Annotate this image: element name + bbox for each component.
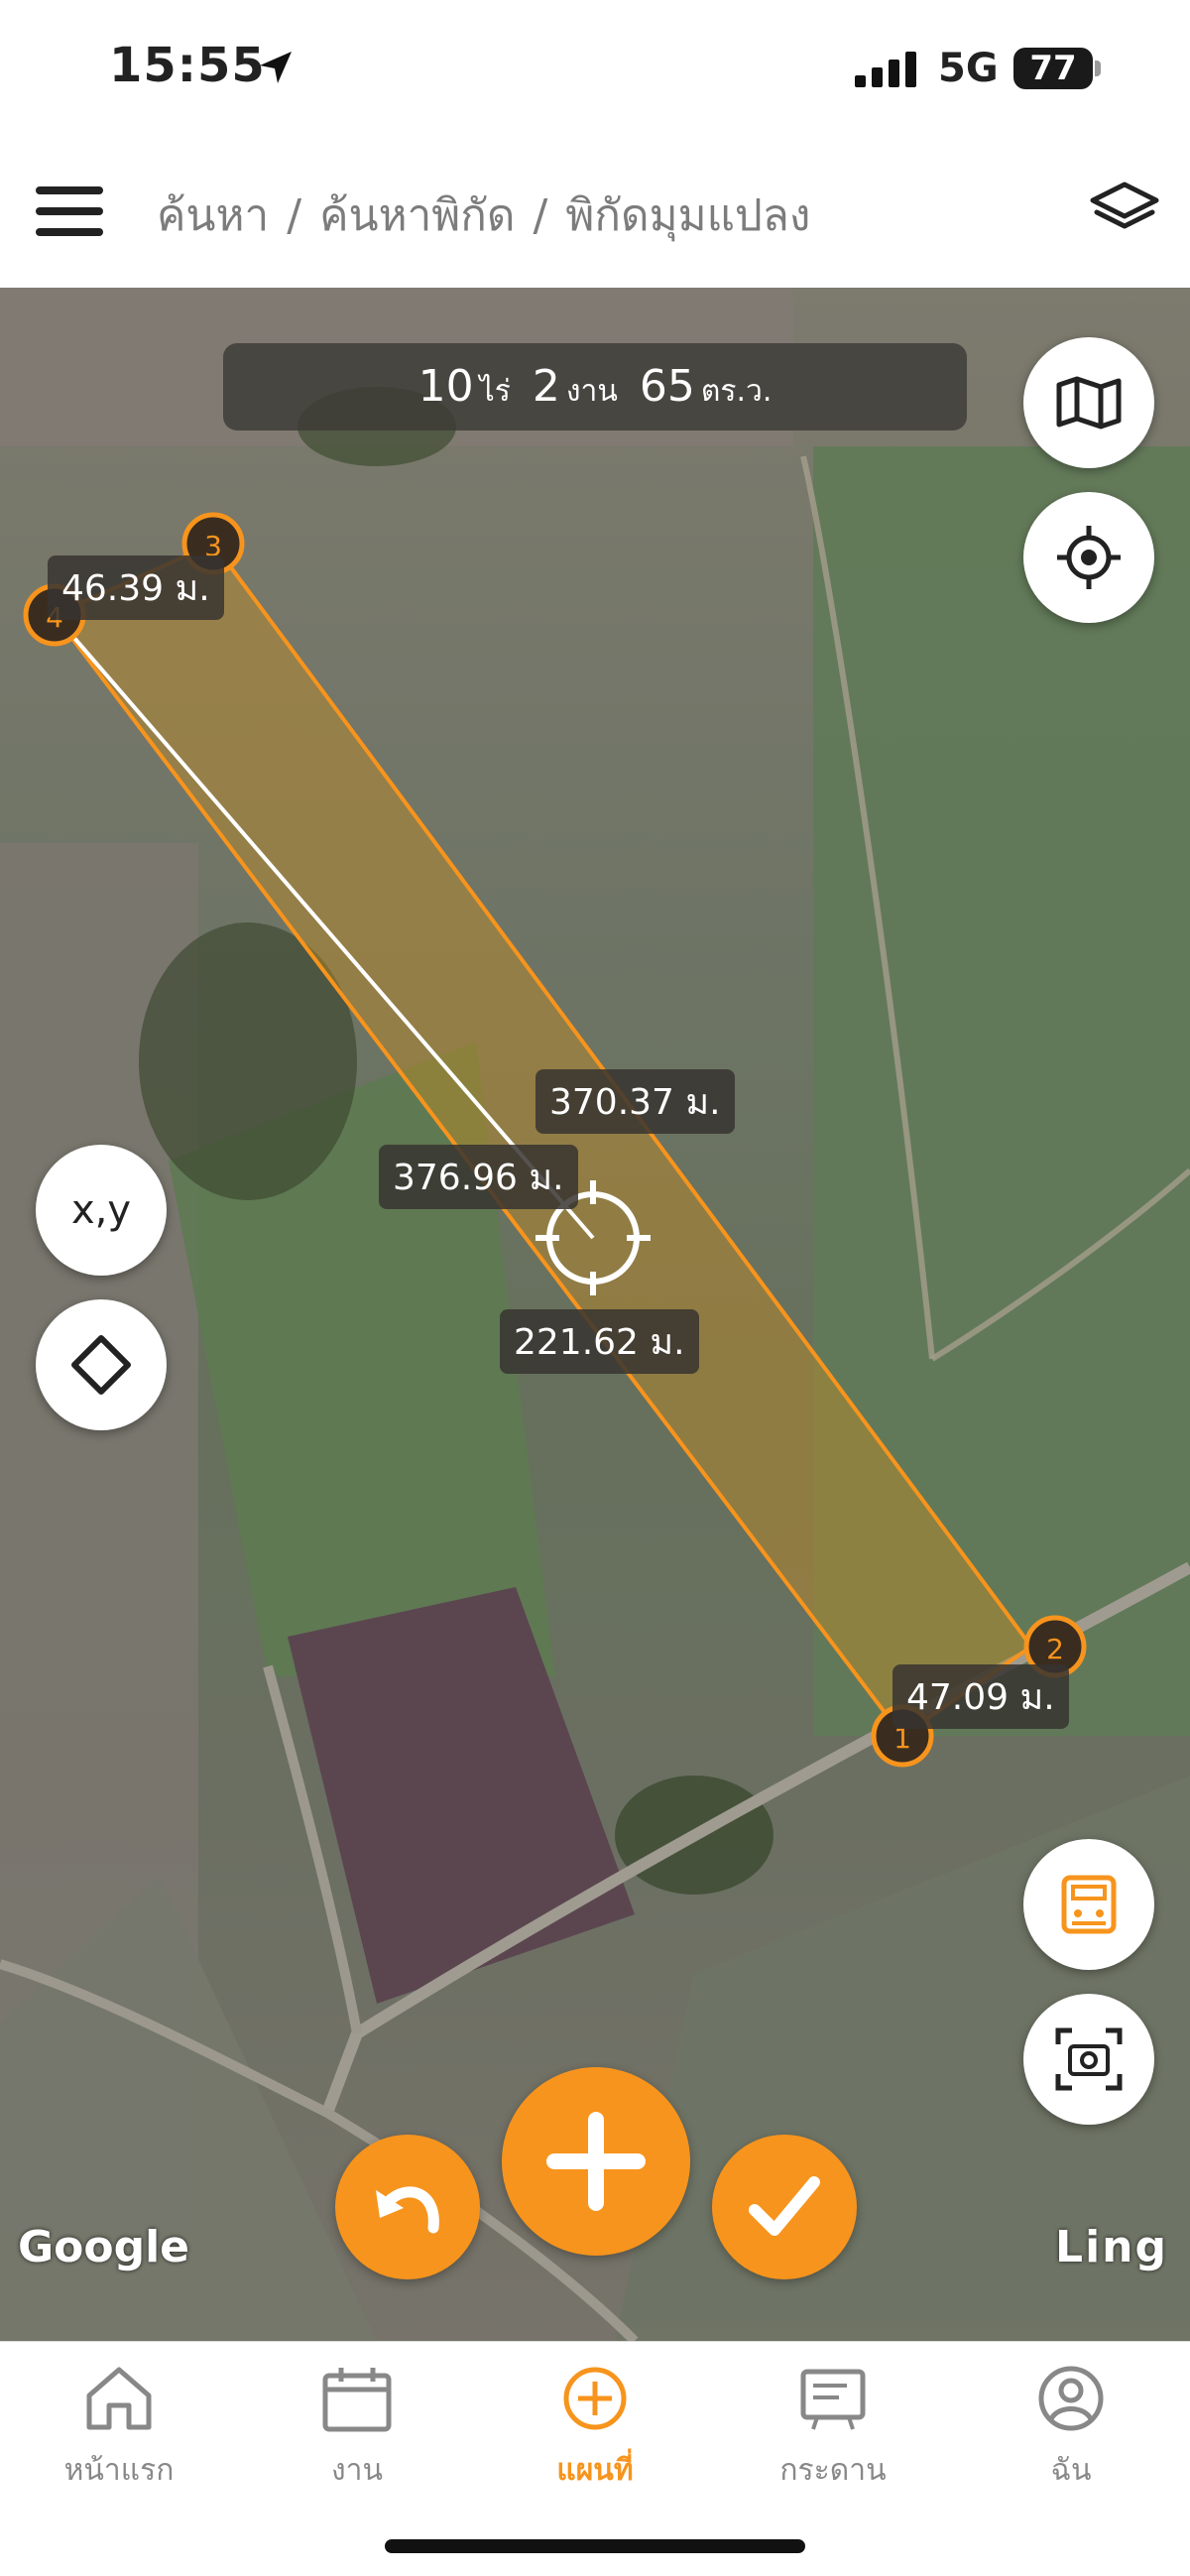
breadcrumb: ค้นหา / ค้นหาพิกัด / พิกัดมุมแปลง [157, 190, 811, 241]
tab-home[interactable]: หน้าแรก [20, 2364, 218, 2494]
status-bar: 15:55 5G 77 [0, 0, 1190, 149]
layers-icon[interactable] [1087, 179, 1162, 238]
area-ngan-value: 2 [532, 361, 560, 412]
area-rai-unit: ไร่ [479, 374, 511, 409]
diamond-shape-icon [71, 1335, 131, 1395]
plus-circle-icon [563, 2367, 627, 2430]
distance-label-side-1-2: 47.09 ม. [892, 1664, 1069, 1729]
home-icon [86, 2367, 152, 2430]
screenshot-button[interactable] [1023, 1994, 1154, 2125]
confirm-button[interactable] [712, 2135, 857, 2279]
checkmark-icon [749, 2176, 820, 2236]
breadcrumb-plot-corner-coordinates: พิกัดมุมแปลง [565, 190, 811, 241]
network-type: 5G [938, 46, 999, 91]
map-icon [1056, 376, 1122, 429]
battery-tip [1095, 61, 1101, 76]
location-arrow-icon [260, 52, 292, 83]
distance-label-measure: 376.96 ม. [379, 1145, 578, 1209]
map-type-button[interactable] [1023, 337, 1154, 468]
app-watermark: Ling [1055, 2222, 1168, 2272]
undo-icon [376, 2186, 439, 2234]
tab-tasks[interactable]: งาน [258, 2364, 456, 2494]
tab-board[interactable]: กระดาน [734, 2364, 932, 2494]
cellular-signal-icon [855, 52, 916, 87]
polygon-mode-button[interactable] [36, 1299, 167, 1430]
calendar-icon [322, 2368, 392, 2432]
xy-coordinate-button[interactable]: x,y [36, 1145, 167, 1276]
area-ngan-unit: งาน [565, 374, 618, 409]
distance-label-side-2-3: 370.37 ม. [536, 1069, 735, 1134]
hamburger-menu-icon[interactable] [36, 186, 103, 236]
profile-icon [1038, 2366, 1104, 2431]
calculator-button[interactable] [1023, 1839, 1154, 1970]
area-rai-value: 10 [417, 361, 474, 412]
calculator-icon [1061, 1875, 1117, 1934]
area-wa-value: 65 [639, 361, 695, 412]
add-point-button[interactable] [502, 2067, 690, 2256]
my-location-button[interactable] [1023, 492, 1154, 623]
battery-level: 77 [1013, 48, 1093, 89]
satellite-map[interactable]: 1 2 3 4 10ไร่2งาน65ตร.ว. 46.39 ม. 370.37… [0, 288, 1190, 2341]
google-attribution: Google [18, 2222, 189, 2272]
breadcrumb-search[interactable]: ค้นหา [157, 190, 269, 241]
vertex-label-2: 2 [1046, 1633, 1064, 1665]
status-time: 15:55 [109, 38, 266, 93]
camera-capture-icon [1055, 2027, 1123, 2091]
plus-icon [546, 2112, 646, 2211]
tab-profile[interactable]: ฉัน [972, 2364, 1170, 2494]
target-location-icon [1057, 526, 1121, 589]
distance-label-side-4-1: 221.62 ม. [500, 1309, 699, 1374]
breadcrumb-coordinate-search[interactable]: ค้นหาพิกัด [319, 190, 515, 241]
undo-button[interactable] [335, 2135, 480, 2279]
area-wa-unit: ตร.ว. [700, 374, 773, 409]
board-icon [800, 2369, 866, 2430]
tab-map[interactable]: แผนที่ [496, 2364, 694, 2494]
home-indicator [385, 2539, 805, 2553]
distance-label-side-3-4: 46.39 ม. [48, 555, 224, 620]
area-summary-banner: 10 ไร่ 2 งาน 65 ตร.ว. [223, 343, 967, 430]
